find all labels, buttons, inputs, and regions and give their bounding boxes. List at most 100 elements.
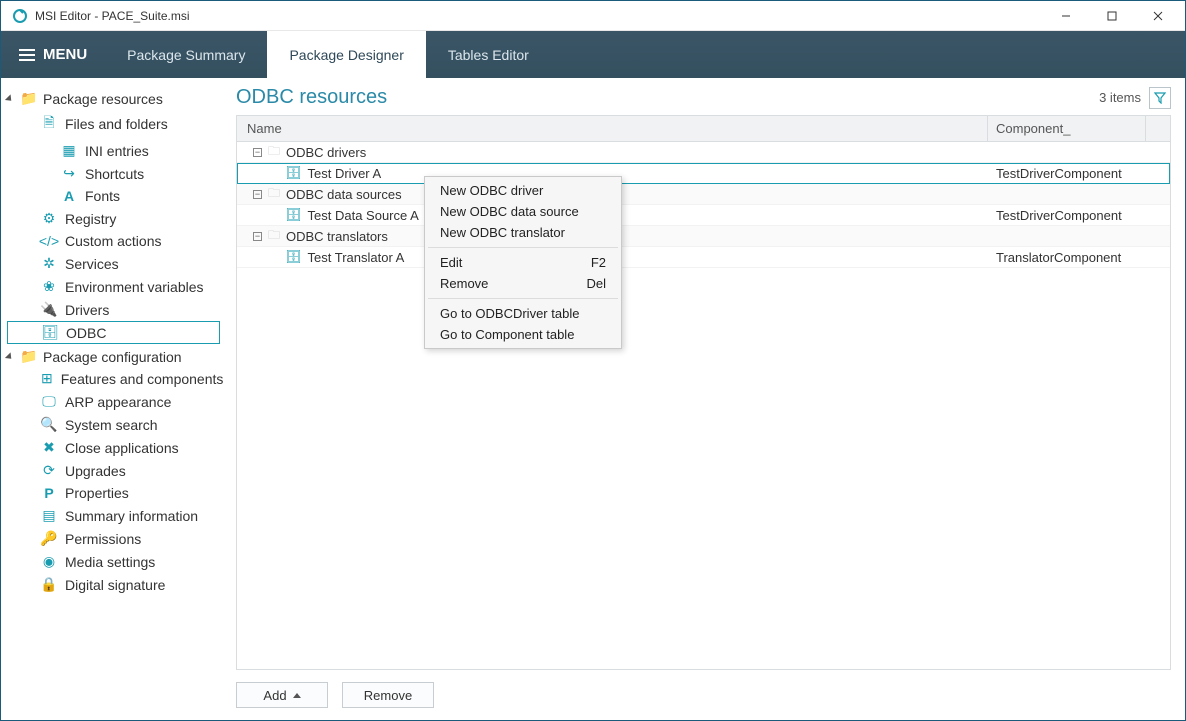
gear-icon: ✲ <box>41 255 57 272</box>
sidebar-item-services[interactable]: ✲Services <box>7 252 220 275</box>
ctx-new-odbc-driver[interactable]: New ODBC driver <box>426 180 620 201</box>
key-icon: 🔑 <box>41 530 57 547</box>
ctx-edit[interactable]: EditF2 <box>426 252 620 273</box>
shortcut-icon: ↪ <box>61 165 77 182</box>
remove-button[interactable]: Remove <box>342 682 434 708</box>
collapse-icon[interactable]: − <box>253 190 262 199</box>
db-icon: 🗄 <box>285 207 302 223</box>
group-odbc-drivers[interactable]: −🗀ODBC drivers <box>237 142 1170 163</box>
shortcut-label: Del <box>586 276 606 291</box>
tab-tables-editor[interactable]: Tables Editor <box>426 31 551 78</box>
search-icon: 🔍 <box>41 416 57 433</box>
ctx-goto-odbcdriver-table[interactable]: Go to ODBCDriver table <box>426 303 620 324</box>
sidebar-item-drivers[interactable]: 🔌Drivers <box>7 298 220 321</box>
close-app-icon: ✖ <box>41 439 57 456</box>
sidebar-item-env-vars[interactable]: ❀Environment variables <box>7 275 220 298</box>
section-label: Package configuration <box>43 349 182 365</box>
filter-button[interactable] <box>1149 87 1171 109</box>
folder-icon: 🗀 <box>268 142 280 163</box>
col-component[interactable]: Component_ <box>988 116 1146 141</box>
add-button[interactable]: Add <box>236 682 328 708</box>
ini-icon: ▦ <box>61 142 77 159</box>
ctx-remove[interactable]: RemoveDel <box>426 273 620 294</box>
item-count: 3 items <box>1099 90 1141 105</box>
folder-icon: 🗀 <box>268 226 280 247</box>
plug-icon: 🔌 <box>41 301 57 318</box>
caret-icon <box>5 94 14 103</box>
close-button[interactable] <box>1135 1 1181 30</box>
collapse-icon[interactable]: − <box>253 232 262 241</box>
sidebar-item-custom-actions[interactable]: </>Custom actions <box>7 230 220 252</box>
tab-package-summary[interactable]: Package Summary <box>105 31 267 78</box>
shortcut-label: F2 <box>591 255 606 270</box>
tab-package-designer[interactable]: Package Designer <box>267 31 425 78</box>
lock-icon: 🔒 <box>41 576 57 593</box>
file-icon: 🗎 <box>41 112 57 136</box>
sidebar-section-package-configuration[interactable]: 📁 Package configuration <box>7 346 220 367</box>
leaf-icon: ❀ <box>41 278 57 295</box>
folder-icon: 🗀 <box>268 184 280 205</box>
col-name[interactable]: Name <box>237 116 988 141</box>
folder-icon: 📁 <box>21 90 37 107</box>
maximize-button[interactable] <box>1089 1 1135 30</box>
sidebar-item-arp[interactable]: 🖵ARP appearance <box>7 390 220 413</box>
ctx-goto-component-table[interactable]: Go to Component table <box>426 324 620 345</box>
row-test-driver-a[interactable]: 🗄Test Driver A TestDriverComponent <box>237 163 1170 184</box>
row-test-data-source-a[interactable]: 🗄Test Data Source A TestDriverComponent <box>237 205 1170 226</box>
sidebar-item-system-search[interactable]: 🔍System search <box>7 413 220 436</box>
sidebar-item-registry[interactable]: ⚙Registry <box>7 207 220 230</box>
sidebar-item-shortcuts[interactable]: ↪Shortcuts <box>7 162 220 185</box>
summary-icon: ▤ <box>41 507 57 524</box>
odbc-grid: Name Component_ −🗀ODBC drivers 🗄Test Dri… <box>236 115 1171 670</box>
registry-icon: ⚙ <box>41 210 57 227</box>
group-odbc-data-sources[interactable]: −🗀ODBC data sources <box>237 184 1170 205</box>
db-icon: 🗄 <box>42 324 58 341</box>
ctx-new-odbc-data-source[interactable]: New ODBC data source <box>426 201 620 222</box>
folder-icon: 📁 <box>21 348 37 365</box>
sidebar-item-files-and-folders[interactable]: 🗎Files and folders <box>7 109 220 139</box>
main-panel: ODBC resources 3 items Name Component_ −… <box>226 78 1185 720</box>
app-menubar: MENU Package Summary Package Designer Ta… <box>1 31 1185 78</box>
sidebar-item-properties[interactable]: PProperties <box>7 482 220 504</box>
caret-icon <box>5 352 14 361</box>
separator <box>428 298 618 299</box>
sidebar-item-fonts[interactable]: AFonts <box>7 185 220 207</box>
sidebar-item-close-apps[interactable]: ✖Close applications <box>7 436 220 459</box>
collapse-icon[interactable]: − <box>253 148 262 157</box>
sidebar-item-upgrades[interactable]: ⟳Upgrades <box>7 459 220 482</box>
group-odbc-translators[interactable]: −🗀ODBC translators <box>237 226 1170 247</box>
minimize-button[interactable] <box>1043 1 1089 30</box>
filter-icon <box>1154 92 1166 104</box>
db-icon: 🗄 <box>285 165 302 181</box>
titlebar: MSI Editor - PACE_Suite.msi <box>1 1 1185 31</box>
col-spacer <box>1146 116 1170 141</box>
grid-header: Name Component_ <box>237 116 1170 142</box>
sidebar-item-summary-info[interactable]: ▤Summary information <box>7 504 220 527</box>
sidebar-item-odbc[interactable]: 🗄ODBC <box>7 321 220 344</box>
menu-button[interactable]: MENU <box>1 31 105 78</box>
p-icon: P <box>41 485 57 501</box>
ctx-new-odbc-translator[interactable]: New ODBC translator <box>426 222 620 243</box>
sidebar-item-features[interactable]: ⊞Features and components <box>7 367 220 390</box>
refresh-icon: ⟳ <box>41 462 57 479</box>
sidebar-section-package-resources[interactable]: 📁 Package resources <box>7 88 220 109</box>
db-icon: 🗄 <box>285 249 302 265</box>
sidebar-item-digital-signature[interactable]: 🔒Digital signature <box>7 573 220 596</box>
caret-up-icon <box>293 693 301 698</box>
disc-icon: ◉ <box>41 553 57 570</box>
window-title: MSI Editor - PACE_Suite.msi <box>35 9 1043 23</box>
app-icon <box>11 7 29 25</box>
puzzle-icon: ⊞ <box>41 370 53 387</box>
sidebar: 📁 Package resources 🗎Files and folders ▦… <box>1 78 226 720</box>
hamburger-icon <box>19 54 35 56</box>
context-menu: New ODBC driver New ODBC data source New… <box>424 176 622 349</box>
page-title: ODBC resources <box>236 86 387 109</box>
row-test-translator-a[interactable]: 🗄Test Translator A TranslatorComponent <box>237 247 1170 268</box>
monitor-icon: 🖵 <box>41 393 57 410</box>
separator <box>428 247 618 248</box>
menu-label: MENU <box>43 46 87 63</box>
sidebar-item-permissions[interactable]: 🔑Permissions <box>7 527 220 550</box>
sidebar-item-ini-entries[interactable]: ▦INI entries <box>7 139 220 162</box>
code-icon: </> <box>41 233 57 249</box>
sidebar-item-media[interactable]: ◉Media settings <box>7 550 220 573</box>
